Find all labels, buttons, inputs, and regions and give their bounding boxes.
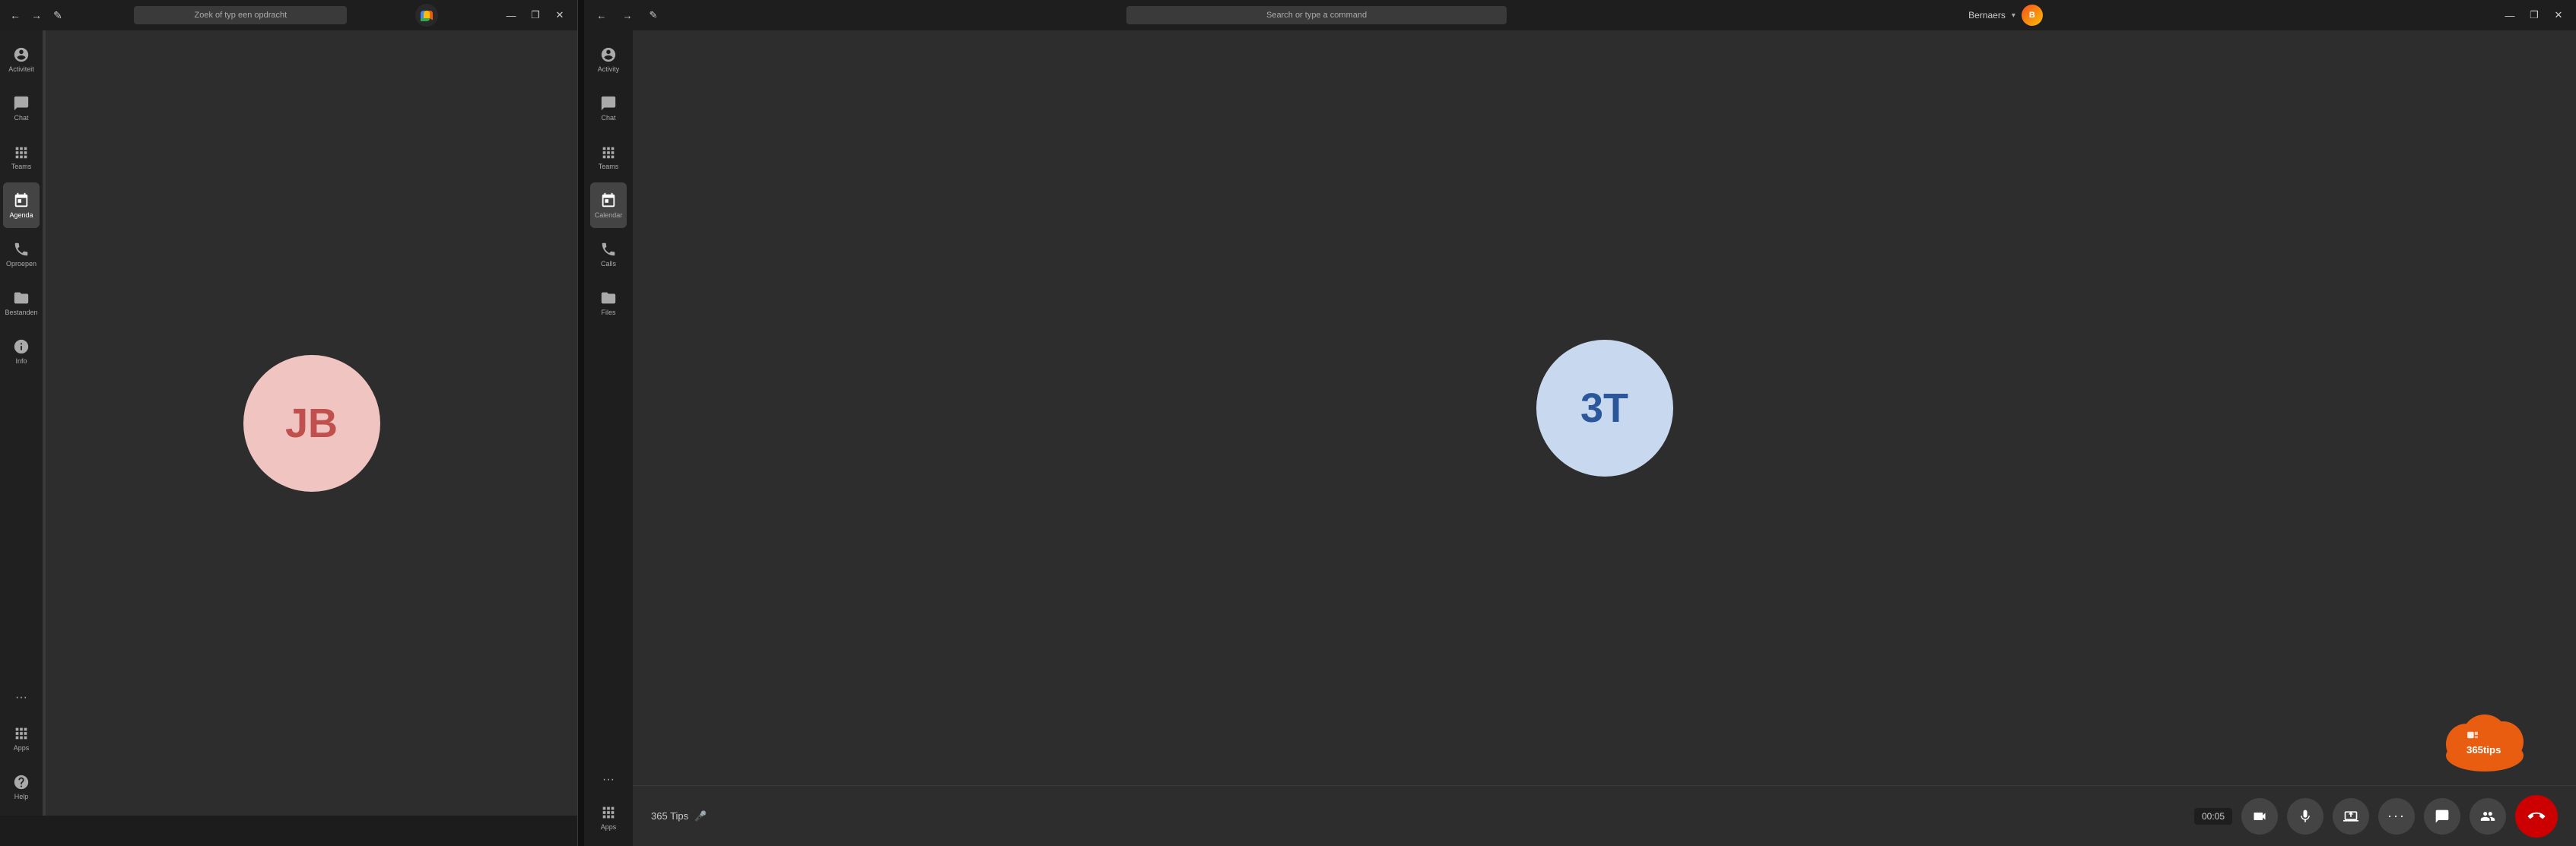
left-teams-window: ← → ✎ Zoek of typ een opdracht — ❐ ✕ (0, 0, 578, 846)
sidebar-item-apps[interactable]: Apps (3, 715, 40, 761)
user-avatar-label: B (2029, 11, 2035, 20)
right-calendar-label: Calendar (595, 211, 623, 219)
left-sidebar: Activiteit Chat Teams Agenda Oproepen Be… (0, 30, 43, 816)
right-calls-label: Calls (601, 260, 616, 268)
help-label: Help (14, 793, 29, 800)
sidebar-item-files[interactable]: Bestanden (3, 280, 40, 325)
right-chat-label: Chat (601, 114, 615, 122)
window-divider (578, 0, 584, 846)
right-window-body: Activity Chat Teams Calendar Calls Files (584, 30, 2576, 846)
call-controls-bar: 365 Tips 🎤 00:05 ··· (633, 785, 2576, 846)
nav-forward-button[interactable]: → (27, 6, 46, 24)
watermark-365tips: 365tips (2439, 705, 2530, 778)
chat-button[interactable] (2424, 798, 2460, 835)
share-screen-button[interactable] (2333, 798, 2369, 835)
left-window-controls: — ❐ ✕ (500, 4, 571, 27)
left-search-bar[interactable]: Zoek of typ een opdracht (134, 6, 347, 24)
right-sidebar-files[interactable]: Files (590, 280, 627, 325)
right-close-button[interactable]: ✕ (2547, 4, 2570, 27)
left-window-body: Activiteit Chat Teams Agenda Oproepen Be… (0, 30, 577, 816)
user-dropdown-icon[interactable]: ▾ (2012, 11, 2015, 20)
sidebar-more[interactable]: ··· (3, 686, 40, 709)
left-main-content: JB (46, 30, 577, 816)
end-call-button[interactable] (2515, 795, 2558, 838)
agenda-label: Agenda (9, 211, 33, 219)
right-sidebar: Activity Chat Teams Calendar Calls Files (584, 30, 633, 846)
video-toggle-button[interactable] (2241, 798, 2278, 835)
right-sidebar-activity[interactable]: Activity (590, 36, 627, 82)
right-maximize-button[interactable]: ❐ (2523, 4, 2546, 27)
right-teams-label: Teams (599, 163, 619, 170)
left-nav-buttons: ← → ✎ (6, 6, 67, 24)
files-label: Bestanden (5, 309, 37, 316)
right-sidebar-more[interactable]: ··· (590, 768, 627, 791)
sidebar-item-help[interactable]: Help (3, 764, 40, 810)
call-controls: 00:05 ··· (2194, 795, 2558, 838)
right-title-bar: ← → ✎ Search or type a command Bernaers … (584, 0, 2576, 30)
call-timer: 00:05 (2194, 808, 2232, 825)
left-status-bar (0, 816, 577, 846)
sidebar-item-info[interactable]: Info (3, 328, 40, 374)
right-minimize-button[interactable]: — (2498, 4, 2521, 27)
left-close-button[interactable]: ✕ (548, 4, 571, 27)
more-dots: ··· (2387, 808, 2406, 824)
right-window-controls: — ❐ ✕ (2498, 4, 2570, 27)
sidebar-item-chat[interactable]: Chat (3, 85, 40, 131)
participants-button[interactable] (2470, 798, 2506, 835)
caller-name: 365 Tips (651, 810, 688, 822)
right-user-area: Bernaers ▾ B (1968, 5, 2043, 26)
chat-label: Chat (14, 114, 28, 122)
right-sidebar-chat[interactable]: Chat (590, 85, 627, 131)
activity-label: Activiteit (8, 65, 34, 73)
right-sidebar-teams[interactable]: Teams (590, 134, 627, 179)
left-maximize-button[interactable]: ❐ (524, 4, 547, 27)
right-search-bar[interactable]: Search or type a command (1126, 6, 1507, 24)
sidebar-item-activity[interactable]: Activiteit (3, 36, 40, 82)
left-title-bar: ← → ✎ Zoek of typ een opdracht — ❐ ✕ (0, 0, 577, 30)
microphone-icon: 🎤 (694, 810, 707, 822)
calls-label: Oproepen (6, 260, 37, 268)
right-apps-label: Apps (601, 823, 617, 831)
right-nav-buttons: ← → ✎ (590, 4, 665, 27)
more-options-button[interactable]: ··· (2378, 798, 2415, 835)
teams-label: Teams (11, 163, 32, 170)
left-search-placeholder: Zoek of typ een opdracht (194, 11, 287, 20)
right-nav-forward-button[interactable]: → (616, 4, 639, 27)
mic-toggle-button[interactable] (2287, 798, 2323, 835)
cloud-logo-svg: 365tips (2439, 705, 2530, 774)
sidebar-item-calls[interactable]: Oproepen (3, 231, 40, 277)
right-avatar-initials: 3T (1580, 385, 1628, 432)
teams-logo (415, 3, 439, 27)
left-minimize-button[interactable]: — (500, 4, 523, 27)
right-activity-label: Activity (598, 65, 620, 73)
sidebar-item-agenda[interactable]: Agenda (3, 182, 40, 228)
left-avatar-initials: JB (285, 400, 338, 447)
compose-button[interactable]: ✎ (49, 6, 67, 24)
right-nav-back-button[interactable]: ← (590, 4, 613, 27)
right-sidebar-calls[interactable]: Calls (590, 231, 627, 277)
apps-label: Apps (14, 744, 30, 752)
user-avatar[interactable]: B (2022, 5, 2043, 26)
right-teams-window: ← → ✎ Search or type a command Bernaers … (584, 0, 2576, 846)
right-sidebar-calendar[interactable]: Calendar (590, 182, 627, 228)
right-compose-button[interactable]: ✎ (642, 4, 665, 27)
nav-back-button[interactable]: ← (6, 6, 24, 24)
info-label: Info (15, 357, 27, 365)
right-main-content: 3T 365tips (633, 30, 2576, 846)
right-files-label: Files (601, 309, 615, 316)
user-name: Bernaers (1968, 10, 2006, 21)
call-content: 3T (633, 30, 2576, 785)
right-sidebar-apps[interactable]: Apps (590, 794, 627, 840)
call-info: 365 Tips 🎤 (651, 810, 707, 822)
right-avatar: 3T (1536, 340, 1673, 477)
sidebar-item-teams[interactable]: Teams (3, 134, 40, 179)
left-avatar: JB (243, 355, 380, 492)
right-search-placeholder: Search or type a command (1266, 11, 1367, 20)
svg-text:365tips: 365tips (2466, 744, 2501, 756)
